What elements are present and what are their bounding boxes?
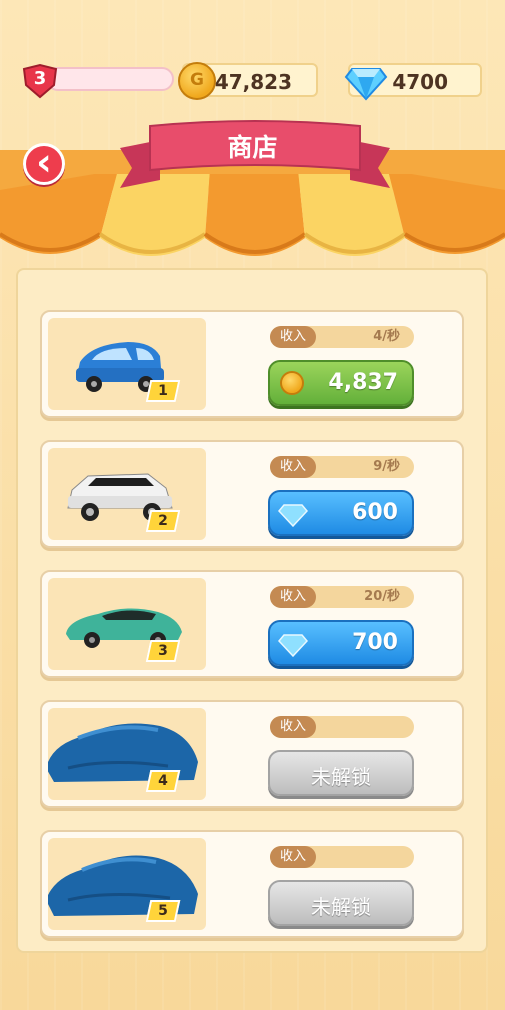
car-card: 3 收入 20/秒 700 (40, 570, 464, 678)
car-card: 4 收入 未解锁 (40, 700, 464, 808)
car-card: 1 收入 4/秒 4,837 (40, 310, 464, 418)
car-card: 2 收入 9/秒 600 (40, 440, 464, 548)
covered-car-icon (48, 723, 198, 782)
buy-with-gems-button[interactable]: 600 (268, 490, 414, 536)
car-thumbnail: 2 (48, 448, 206, 540)
coin-icon (280, 371, 304, 395)
buy-with-gems-button[interactable]: 700 (268, 620, 414, 666)
car-tier-badge: 5 (145, 900, 181, 922)
income-label: 收入 (270, 846, 316, 868)
car-thumbnail: 1 (48, 318, 206, 410)
income-bar: 收入 (270, 846, 414, 868)
car-tier-badge: 1 (145, 380, 181, 402)
coin-counter: 47,823 (178, 62, 318, 100)
car-2-image (67, 473, 173, 521)
diamond-icon (278, 504, 308, 527)
income-label: 收入 (270, 716, 316, 738)
coin-amount: 47,823 (214, 70, 292, 94)
diamond-icon (344, 68, 388, 101)
level-indicator: 3 (20, 63, 174, 99)
diamond-icon (278, 634, 308, 657)
back-button[interactable] (23, 140, 65, 185)
car-tier-badge: 2 (145, 510, 181, 532)
gem-counter: 4700 (344, 63, 482, 101)
income-bar: 收入 20/秒 (270, 586, 414, 608)
income-label: 收入 (270, 326, 316, 348)
locked-button[interactable]: 未解锁 (268, 750, 414, 796)
car-tier-badge: 4 (145, 770, 181, 792)
car-tier-badge: 3 (145, 640, 181, 662)
gem-amount: 4700 (392, 70, 448, 94)
car-thumbnail: 3 (48, 578, 206, 670)
car-thumbnail: 4 (48, 708, 206, 800)
income-label: 收入 (270, 586, 316, 608)
income-rate: 4/秒 (373, 329, 400, 344)
level-number: 3 (33, 68, 47, 89)
buy-with-coins-button[interactable]: 4,837 (268, 360, 414, 406)
price: 600 (352, 500, 398, 525)
car-thumbnail: 5 (48, 838, 206, 930)
car-1-image (76, 342, 164, 392)
covered-car-icon (48, 855, 198, 916)
price: 700 (352, 630, 398, 655)
income-bar: 收入 (270, 716, 414, 738)
locked-button[interactable]: 未解锁 (268, 880, 414, 926)
income-rate: 20/秒 (364, 589, 400, 604)
car-3-image (66, 608, 182, 648)
income-bar: 收入 4/秒 (270, 326, 414, 348)
shop-title: 商店 (227, 133, 278, 162)
locked-label: 未解锁 (311, 895, 371, 919)
income-label: 收入 (270, 456, 316, 478)
price: 4,837 (328, 370, 398, 395)
level-progress-bar (46, 67, 174, 91)
coin-icon (178, 62, 216, 100)
locked-label: 未解锁 (311, 765, 371, 789)
income-rate: 9/秒 (373, 459, 400, 474)
income-bar: 收入 9/秒 (270, 456, 414, 478)
car-card: 5 收入 未解锁 (40, 830, 464, 938)
